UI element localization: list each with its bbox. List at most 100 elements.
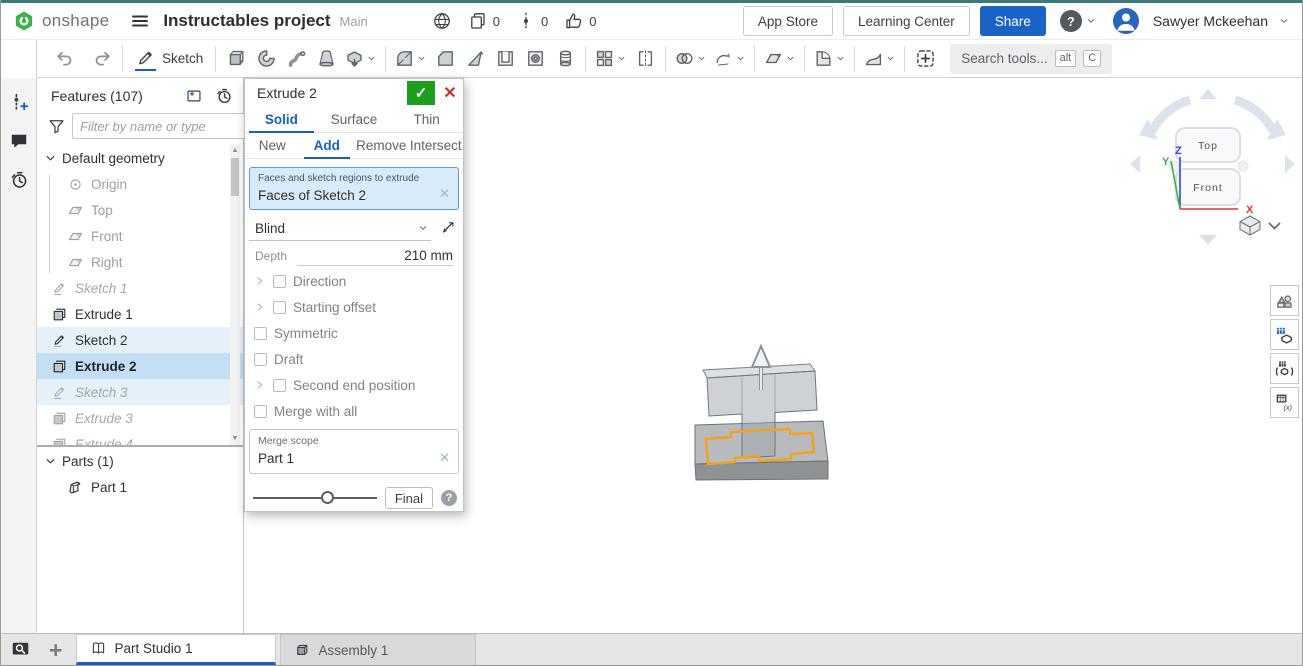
document-tab-part-studio-1[interactable]: Part Studio 1 xyxy=(76,634,276,665)
feature-tree-item-extrude-3[interactable]: Extrude 3 xyxy=(37,405,243,431)
mode-add[interactable]: Add xyxy=(300,133,355,158)
tab-surface[interactable]: Surface xyxy=(318,107,391,132)
faces-selection-box[interactable]: Faces and sketch regions to extrude Face… xyxy=(249,167,459,210)
add-tab-button[interactable]: + xyxy=(49,640,62,660)
filter-icon[interactable] xyxy=(47,117,66,136)
chevron-right-icon[interactable] xyxy=(254,275,266,287)
configuration-variables-panel-button[interactable]: (x) xyxy=(1270,387,1299,418)
feature-tree-item-extrude-1[interactable]: Extrude 1 xyxy=(37,301,243,327)
user-name[interactable]: Sawyer Mckeehan xyxy=(1153,13,1268,29)
feature-tree-item-origin[interactable]: Origin xyxy=(37,171,243,197)
clear-selection-icon[interactable]: ✕ xyxy=(439,186,450,202)
create-version-button[interactable] xyxy=(7,90,31,114)
help-menu[interactable]: ? xyxy=(1060,10,1097,32)
versions-stat[interactable]: 0 xyxy=(516,11,548,31)
feature-history-icon[interactable] xyxy=(215,87,233,105)
sweep-tool-button[interactable] xyxy=(281,43,311,75)
chevron-down-icon[interactable] xyxy=(616,53,627,64)
feature-tree-item-extrude-2[interactable]: Extrude 2 xyxy=(37,353,243,379)
fillet-tool-button[interactable] xyxy=(391,43,430,75)
dialog-help-icon[interactable]: ? xyxy=(441,490,457,506)
thicken-tool-button[interactable] xyxy=(341,43,380,75)
share-button[interactable]: Share xyxy=(980,6,1046,36)
chevron-right-icon[interactable] xyxy=(254,301,266,313)
feature-tree-item-right[interactable]: Right xyxy=(37,249,243,275)
starting-offset-checkbox[interactable] xyxy=(273,301,286,314)
chevron-right-icon[interactable] xyxy=(254,379,266,391)
plane-tool-button[interactable] xyxy=(760,43,799,75)
avatar[interactable] xyxy=(1113,8,1139,34)
chevron-down-icon[interactable] xyxy=(785,53,796,64)
rotate-left-icon[interactable] xyxy=(1130,155,1140,173)
loft-tool-button[interactable] xyxy=(311,43,341,75)
hole-tool-button[interactable] xyxy=(520,43,550,75)
rotate-right-icon[interactable] xyxy=(1285,155,1295,173)
feature-tree-item-sketch-1[interactable]: Sketch 1 xyxy=(37,275,243,301)
slider-handle[interactable] xyxy=(321,491,334,504)
manage-tabs-search-icon[interactable] xyxy=(10,639,31,660)
rib-tool-button[interactable] xyxy=(550,43,580,75)
help-icon[interactable]: ? xyxy=(1060,10,1082,32)
symmetric-checkbox[interactable] xyxy=(254,327,267,340)
redo-button[interactable] xyxy=(87,43,117,75)
workspace-label[interactable]: Main xyxy=(340,14,368,29)
linear-pattern-tool-button[interactable] xyxy=(591,43,630,75)
mirror-tool-button[interactable] xyxy=(630,43,660,75)
onshape-logo[interactable]: onshape xyxy=(13,10,109,32)
part-item-part-1[interactable]: Part 1 xyxy=(37,474,243,500)
view-menu-caret-icon[interactable] xyxy=(1269,223,1280,229)
scroll-up-icon[interactable]: ▲ xyxy=(230,146,240,156)
comment-button[interactable] xyxy=(7,129,31,153)
rollback-bar[interactable] xyxy=(37,445,243,447)
feature-tree-item-sketch-3[interactable]: Sketch 3 xyxy=(37,379,243,405)
mode-remove[interactable]: Remove xyxy=(354,133,409,158)
app-store-button[interactable]: App Store xyxy=(743,6,833,36)
mode-intersect[interactable]: Intersect xyxy=(409,133,464,158)
search-tools-input[interactable]: Search tools... alt C xyxy=(950,44,1112,74)
visibility-globe[interactable] xyxy=(432,11,452,31)
chevron-down-icon[interactable] xyxy=(885,53,896,64)
feature-tree-item-top[interactable]: Top xyxy=(37,197,243,223)
second-end-position-checkbox[interactable] xyxy=(273,379,286,392)
main-menu-icon[interactable] xyxy=(127,8,153,34)
extrude-tool-button[interactable] xyxy=(221,43,251,75)
transform-tool-button[interactable] xyxy=(710,43,749,75)
accept-button[interactable]: ✓ xyxy=(407,81,435,105)
insert-new-item-icon[interactable] xyxy=(185,87,203,105)
appearance-panel-button[interactable] xyxy=(1270,285,1299,316)
custom-feature-tool-button[interactable] xyxy=(910,43,940,75)
direction-checkbox[interactable] xyxy=(273,275,286,288)
parts-group[interactable]: Parts (1) xyxy=(37,448,243,474)
final-button[interactable]: Final xyxy=(385,487,433,509)
chevron-down-icon[interactable] xyxy=(835,53,846,64)
cube-corner-knob[interactable] xyxy=(1238,161,1248,171)
scrollbar-thumb[interactable] xyxy=(231,158,239,196)
surface-tool-button[interactable] xyxy=(860,43,899,75)
feature-tree-item-extrude-4[interactable]: Extrude 4 xyxy=(37,431,243,445)
sketch-button[interactable]: Sketch xyxy=(132,43,206,75)
cancel-button[interactable]: ✕ xyxy=(437,81,463,105)
revolve-tool-button[interactable] xyxy=(251,43,281,75)
rotate-ccw-arrow-icon[interactable] xyxy=(1152,100,1190,131)
draft-checkbox[interactable] xyxy=(254,353,267,366)
undo-button[interactable] xyxy=(49,43,79,75)
document-tab-assembly-1[interactable]: Assembly 1 xyxy=(280,634,476,665)
chevron-down-icon[interactable] xyxy=(366,53,377,64)
configured-features-panel-button[interactable] xyxy=(1270,353,1299,384)
learning-center-button[interactable]: Learning Center xyxy=(843,6,970,36)
mode-new[interactable]: New xyxy=(245,133,300,158)
rotate-down-icon[interactable] xyxy=(1199,235,1217,245)
feature-list-toggle[interactable] xyxy=(1,40,37,78)
scroll-down-icon[interactable]: ▼ xyxy=(230,434,240,444)
tab-solid[interactable]: Solid xyxy=(245,107,318,132)
merge-with-all-checkbox[interactable] xyxy=(254,405,267,418)
chevron-down-icon[interactable] xyxy=(416,53,427,64)
feature-filter-input[interactable] xyxy=(72,113,266,139)
chevron-down-icon[interactable] xyxy=(696,53,707,64)
preview-slider[interactable] xyxy=(253,491,377,505)
feature-tree-item-front[interactable]: Front xyxy=(37,223,243,249)
extrude-drag-arrow[interactable] xyxy=(752,346,770,367)
chamfer-tool-button[interactable] xyxy=(430,43,460,75)
rotate-cw-arrow-icon[interactable] xyxy=(1235,100,1273,131)
chevron-down-icon[interactable] xyxy=(1278,15,1290,27)
